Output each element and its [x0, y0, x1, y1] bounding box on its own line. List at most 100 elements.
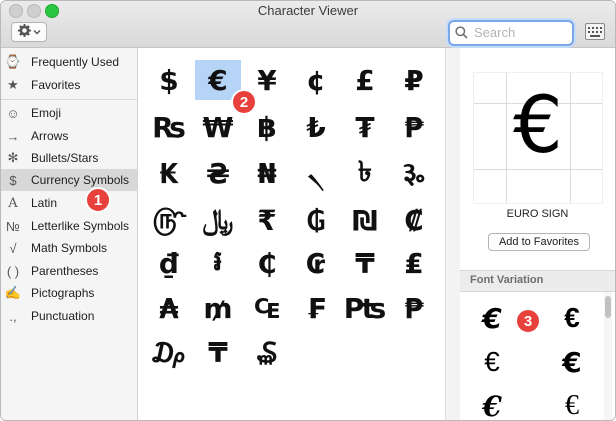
char-cell[interactable]: ₩ — [195, 107, 241, 147]
sidebar-item-label: Arrows — [31, 129, 69, 143]
sidebar-item-favorites[interactable]: ★ Favorites — [1, 74, 137, 96]
smiley-icon: ☺ — [6, 105, 20, 121]
latin-a-icon: A — [8, 195, 18, 211]
search-placeholder: Search — [474, 25, 516, 40]
sidebar-item-parentheses[interactable]: ( ) Parentheses — [1, 260, 137, 282]
sidebar-item-label: Frequently Used — [31, 55, 120, 69]
char-cell[interactable]: ₷ — [244, 332, 290, 372]
char-cell[interactable]: ₤ — [391, 243, 437, 283]
sidebar-item-frequently-used[interactable]: ⌚ Frequently Used — [1, 51, 137, 73]
sidebar-item-bullets-stars[interactable]: ✻ Bullets/Stars — [1, 147, 137, 169]
preview-glyph: € — [513, 81, 563, 171]
character-name: EURO SIGN — [506, 208, 569, 220]
char-cell[interactable]: ₺ — [293, 107, 339, 147]
font-variation-scrollbar[interactable] — [604, 292, 612, 420]
char-cell[interactable]: ૱ — [391, 153, 437, 193]
char-cell[interactable]: $ — [146, 60, 192, 100]
char-cell[interactable]: ৳ — [342, 153, 388, 193]
character-viewer-window: Character Viewer Search ⌚ Frequently Use… — [0, 0, 616, 421]
callout-badge: 3 — [515, 308, 541, 334]
sidebar-item-arrows[interactable]: → Arrows — [1, 125, 137, 147]
search-field[interactable]: Search — [448, 20, 574, 46]
char-cell[interactable]: ₠ — [244, 288, 290, 328]
sidebar-item-letterlike-symbols[interactable]: № Letterlike Symbols — [1, 215, 137, 237]
char-cell[interactable]: ₲ — [293, 200, 339, 240]
char-cell[interactable]: ₪ — [342, 200, 388, 240]
char-cell[interactable]: ₡ — [391, 200, 437, 240]
font-variation-cell[interactable]: € — [462, 342, 522, 382]
sidebar-item-label: Parentheses — [31, 264, 99, 278]
char-cell[interactable]: ৲ — [293, 153, 339, 193]
window-title: Character Viewer — [257, 3, 359, 18]
pane-divider[interactable] — [445, 48, 461, 420]
numero-icon: № — [6, 218, 20, 234]
search-icon — [455, 26, 468, 39]
sidebar-item-label: Math Symbols — [31, 241, 108, 255]
font-variation-cell[interactable]: € — [462, 386, 522, 421]
char-cell[interactable]: ៛ — [195, 243, 241, 283]
sidebar-item-math-symbols[interactable]: √ Math Symbols — [1, 237, 137, 259]
char-cell[interactable]: ௹ — [146, 200, 192, 240]
char-cell[interactable]: ₣ — [293, 288, 339, 328]
sidebar-item-label: Letterlike Symbols — [31, 219, 130, 233]
sidebar-item-label: Emoji — [31, 106, 62, 120]
char-cell[interactable]: ₭ — [146, 153, 192, 193]
char-cell[interactable]: ₳ — [146, 288, 192, 328]
character-preview: € — [473, 72, 603, 204]
character-detail-pane: € EURO SIGN Add to Favorites Font Variat… — [460, 48, 615, 420]
scroll-thumb[interactable] — [605, 296, 611, 318]
char-cell[interactable]: ₮ — [342, 107, 388, 147]
square-root-icon: √ — [9, 240, 17, 256]
chevron-down-icon — [33, 26, 41, 38]
font-variation-cell[interactable]: € — [542, 342, 602, 382]
sidebar-item-label: Bullets/Stars — [31, 151, 99, 165]
char-cell[interactable]: ₱ — [391, 288, 437, 328]
sidebar-item-punctuation[interactable]: ., Punctuation — [1, 305, 137, 327]
char-cell[interactable]: ₵ — [244, 243, 290, 283]
char-cell[interactable]: ₯ — [146, 332, 192, 372]
char-cell[interactable]: ₸ — [342, 243, 388, 283]
character-grid: $ € ¥ ¢ £ ₽ ₨ ₩ ฿ ₺ ₮ ₱ ₭ ₴ ₦ ৲ ৳ ૱ ௹ ﷼ … — [138, 48, 445, 420]
writing-hand-icon: ✍ — [4, 285, 22, 300]
font-variation-cell[interactable]: € — [542, 298, 602, 338]
font-variation-cell[interactable]: € — [542, 386, 602, 420]
sidebar-item-latin[interactable]: A Latin — [1, 192, 137, 214]
category-sidebar: ⌚ Frequently Used ★ Favorites ☺ Emoji → … — [1, 48, 138, 420]
add-to-favorites-button[interactable]: Add to Favorites — [488, 233, 590, 251]
char-cell[interactable]: ₫ — [146, 243, 192, 283]
sidebar-item-currency-symbols[interactable]: $ Currency Symbols — [1, 169, 137, 191]
char-cell[interactable]: ₽ — [391, 60, 437, 100]
char-cell[interactable]: ₸ — [195, 332, 241, 372]
action-menu-button[interactable] — [11, 22, 47, 42]
parentheses-icon: ( ) — [6, 263, 20, 279]
font-variation-header: Font Variation — [460, 270, 615, 292]
char-cell[interactable]: ₹ — [244, 200, 290, 240]
keyboard-viewer-button[interactable] — [585, 23, 605, 40]
char-cell[interactable]: ₢ — [293, 243, 339, 283]
char-cell[interactable]: ₥ — [195, 288, 241, 328]
sidebar-item-label: Pictographs — [31, 286, 95, 300]
arrow-icon: → — [6, 128, 20, 144]
sidebar-divider — [1, 99, 137, 100]
title-bar: Character Viewer Search — [1, 1, 615, 48]
char-cell[interactable]: ₨ — [146, 107, 192, 147]
dollar-icon: $ — [9, 172, 17, 188]
char-cell[interactable]: ₴ — [195, 153, 241, 193]
char-cell[interactable]: ₧ — [342, 288, 388, 328]
sidebar-item-pictographs[interactable]: ✍ Pictographs — [1, 282, 137, 304]
char-cell[interactable]: ₱ — [391, 107, 437, 147]
sidebar-item-label: Latin — [31, 196, 58, 210]
font-variation-title: Font Variation — [470, 274, 544, 286]
callout-badge: 1 — [85, 187, 111, 213]
char-cell[interactable]: ₦ — [244, 153, 290, 193]
char-cell[interactable]: ﷼ — [195, 200, 241, 240]
char-cell[interactable]: ¢ — [293, 60, 339, 100]
callout-badge: 2 — [231, 89, 257, 115]
punctuation-icon: ., — [9, 308, 17, 324]
font-variation-cell[interactable]: € — [462, 298, 522, 338]
sidebar-item-label: Favorites — [31, 78, 81, 92]
gear-icon — [17, 24, 31, 40]
sidebar-item-emoji[interactable]: ☺ Emoji — [1, 102, 137, 124]
char-cell[interactable]: £ — [342, 60, 388, 100]
asterisk-icon: ✻ — [7, 150, 19, 165]
